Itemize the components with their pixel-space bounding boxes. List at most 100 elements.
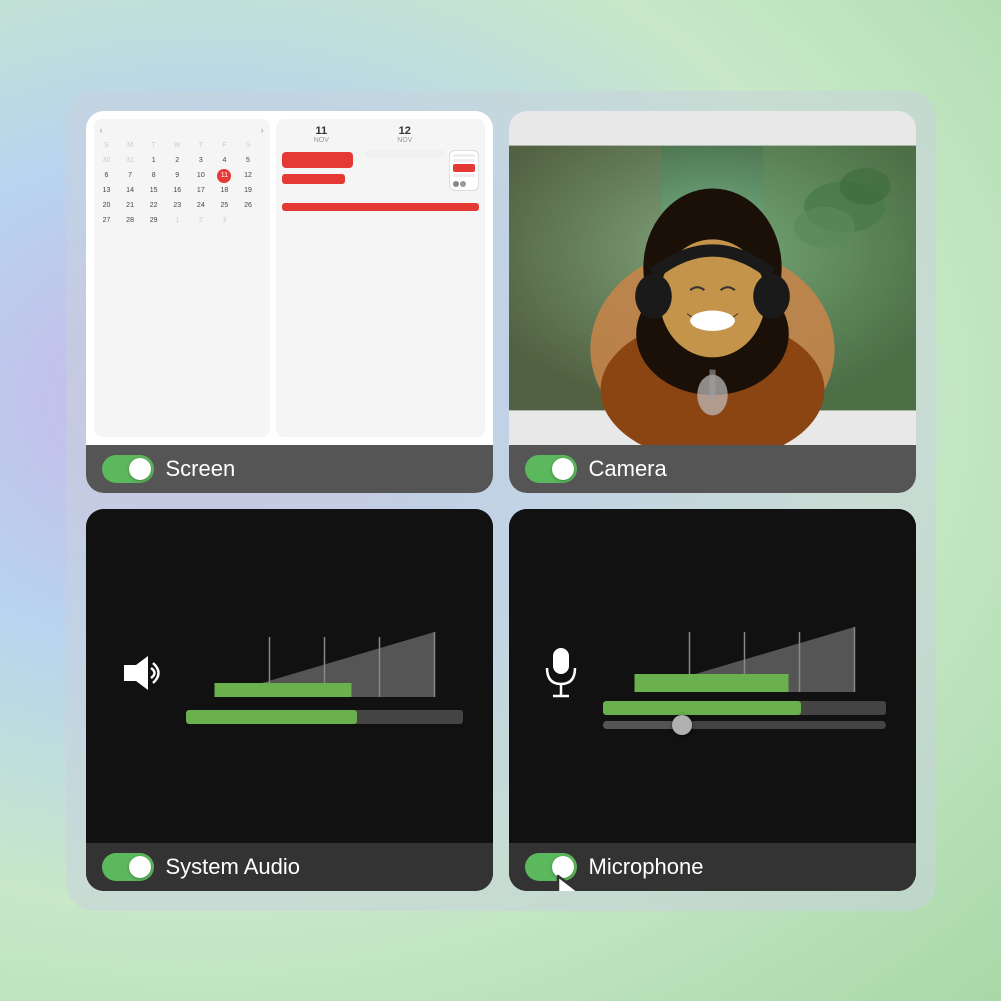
- cal-cell: 21: [123, 199, 137, 213]
- day-11-col: 11 NOV: [282, 125, 361, 144]
- cal-cell: T: [147, 139, 161, 153]
- phone-spacer: [449, 125, 479, 144]
- cal-cell: 1: [147, 154, 161, 168]
- microphone-icon: [539, 646, 583, 706]
- calendar-grid: S M T W T F S 30 31 1 2 3: [100, 139, 264, 228]
- mic-viz: [509, 509, 916, 843]
- cal-cell-today: 11: [217, 169, 231, 183]
- cal-cell: 19: [241, 184, 255, 198]
- calendar-mockup: ‹ › S M T W T F S: [86, 111, 493, 445]
- audio-viz: [86, 509, 493, 843]
- phone-event: [453, 164, 475, 172]
- cal-cell: 28: [123, 214, 137, 228]
- cal-cell: 3: [194, 154, 208, 168]
- event-bar-1: [282, 152, 354, 168]
- screen-preview: ‹ › S M T W T F S: [86, 111, 493, 445]
- mic-slider-container: [603, 701, 886, 729]
- camera-photo: [509, 111, 916, 445]
- mic-slider-fill: [603, 721, 682, 729]
- event-gap: [282, 170, 361, 174]
- screen-toggle[interactable]: [102, 455, 154, 483]
- cal-cell: 1: [170, 214, 184, 228]
- cal-cell: 3: [217, 214, 231, 228]
- mic-level-track: [603, 701, 886, 715]
- day-12-label: NOV: [365, 137, 444, 144]
- camera-toggle[interactable]: [525, 455, 577, 483]
- phone-avatars: [453, 181, 475, 187]
- system-audio-level-track: [186, 710, 463, 724]
- cal-cell: 2: [194, 214, 208, 228]
- system-audio-toggle[interactable]: [102, 853, 154, 881]
- cursor-svg: [553, 871, 608, 891]
- mic-slider-track: [603, 721, 886, 729]
- system-audio-preview: [86, 509, 493, 843]
- cal-cell: 8: [147, 169, 161, 183]
- cal-cell: 31: [123, 154, 137, 168]
- event-bar-2: [282, 174, 346, 184]
- cal-cell: S: [241, 139, 255, 153]
- cal-cell: 2: [170, 154, 184, 168]
- cal-cell: F: [217, 139, 231, 153]
- cal-cell: M: [123, 139, 137, 153]
- bottom-event-bar: [282, 203, 479, 211]
- camera-preview: [509, 111, 916, 445]
- day-11-events: [282, 150, 361, 191]
- cal-cell: 12: [241, 169, 255, 183]
- cal-cell: 29: [147, 214, 161, 228]
- cal-cell: 16: [170, 184, 184, 198]
- cal-cell: 27: [100, 214, 114, 228]
- day-events-row: [282, 150, 479, 191]
- camera-card-footer: Camera: [509, 445, 916, 493]
- microphone-card: Microphone: [509, 509, 916, 891]
- phone-device-mockup: [449, 150, 479, 191]
- microphone-preview: [509, 509, 916, 843]
- calendar-day-header: 11 NOV 12 NOV: [282, 125, 479, 144]
- cal-cell: 10: [194, 169, 208, 183]
- cal-cell: 17: [194, 184, 208, 198]
- cal-cell: 5: [241, 154, 255, 168]
- mic-slider-knob[interactable]: [672, 715, 692, 735]
- main-container: ‹ › S M T W T F S: [66, 91, 936, 911]
- phone-bar: [453, 154, 475, 157]
- avatar-dot: [460, 181, 466, 187]
- system-audio-footer: System Audio: [86, 843, 493, 891]
- calendar-day-view: 11 NOV 12 NOV: [276, 119, 485, 437]
- calendar-nav: ‹ ›: [100, 125, 264, 135]
- avatar-dot: [453, 181, 459, 187]
- screen-label: Screen: [166, 456, 236, 482]
- day-12-number: 12: [365, 125, 444, 137]
- cal-cell: 30: [100, 154, 114, 168]
- cal-cell: 14: [123, 184, 137, 198]
- cal-cell: T: [194, 139, 208, 153]
- cursor-overlay: [553, 871, 608, 891]
- day-12-events: [365, 150, 444, 191]
- calendar-month-view: ‹ › S M T W T F S: [94, 119, 270, 437]
- cal-cell: S: [100, 139, 114, 153]
- mic-level-fill: [603, 701, 801, 715]
- cal-cell: 22: [147, 199, 161, 213]
- cal-cell: 18: [217, 184, 231, 198]
- screen-toggle-knob: [129, 458, 151, 480]
- cal-cell: 24: [194, 199, 208, 213]
- cal-cell: 26: [241, 199, 255, 213]
- cal-cell: 9: [170, 169, 184, 183]
- screen-card-footer: Screen: [86, 445, 493, 493]
- camera-card: Camera: [509, 111, 916, 493]
- speaker-icon: [116, 648, 166, 703]
- cal-cell: 23: [170, 199, 184, 213]
- system-audio-label: System Audio: [166, 854, 301, 880]
- cal-cell: 15: [147, 184, 161, 198]
- mic-waveform-svg: [603, 622, 886, 697]
- cal-cell: 25: [217, 199, 231, 213]
- cal-cell: 4: [217, 154, 231, 168]
- system-audio-toggle-knob: [129, 856, 151, 878]
- event-placeholder: [365, 150, 444, 158]
- phone-bar: [453, 174, 475, 177]
- phone-bar: [453, 159, 475, 162]
- day-12-col: 12 NOV: [365, 125, 444, 144]
- cal-cell: 13: [100, 184, 114, 198]
- outer-background: ‹ › S M T W T F S: [0, 0, 1001, 1001]
- day-11-number: 11: [282, 125, 361, 137]
- cal-cell: 7: [123, 169, 137, 183]
- cal-cell: 6: [100, 169, 114, 183]
